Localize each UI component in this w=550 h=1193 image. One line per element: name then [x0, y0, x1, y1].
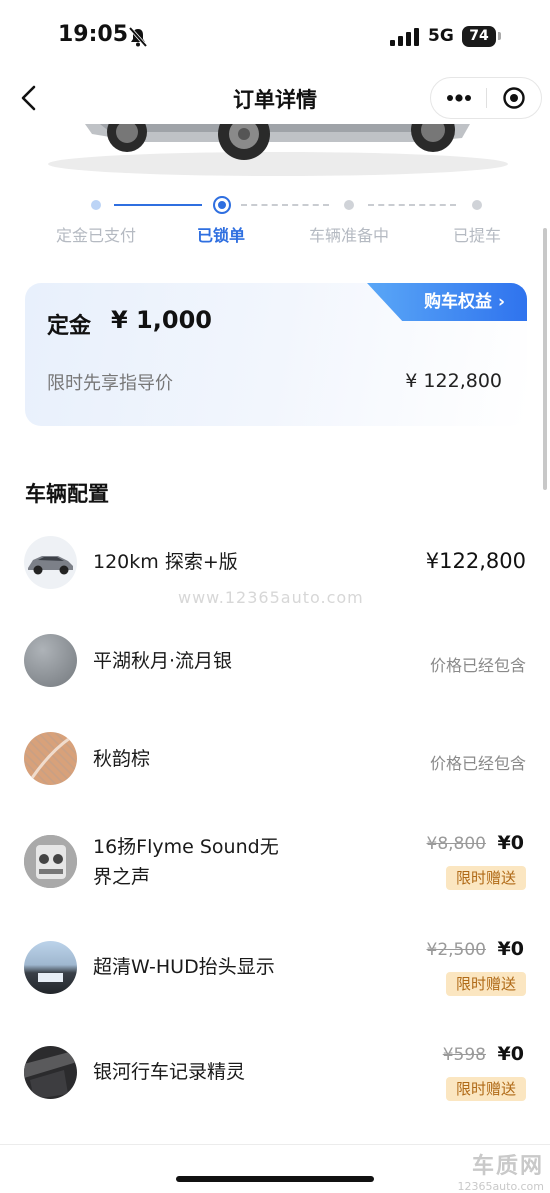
original-price: ¥598 [442, 1045, 486, 1065]
purchase-benefits-link[interactable]: 购车权益 › [367, 283, 527, 321]
config-item-name: 120km 探索+版 [93, 551, 238, 573]
bottom-divider [0, 1144, 550, 1145]
car-thumbnail [24, 536, 77, 589]
deposit-card: 购车权益 › 定金 ¥ 1,000 限时先享指导价 ¥ 122,800 [25, 283, 527, 426]
config-item-name: 超清W-HUD抬头显示 [93, 956, 275, 978]
original-price: ¥8,800 [426, 834, 486, 854]
interior-color-swatch [24, 732, 77, 785]
step-label-preparing: 车辆准备中 [308, 226, 390, 245]
watermark-logo: 车质网 12365auto.com [457, 1148, 544, 1193]
current-price: ¥0 [497, 938, 524, 960]
step-line-done [114, 204, 202, 206]
config-item-name: 16扬Flyme Sound无 界之声 [93, 832, 279, 892]
original-price: ¥2,500 [426, 940, 486, 960]
guide-price-value: ¥ 122,800 [405, 370, 502, 392]
exterior-color-swatch [24, 634, 77, 687]
config-section-title: 车辆配置 [25, 482, 109, 506]
step-label-locked: 已锁单 [196, 226, 246, 245]
deposit-label: 定金 [47, 314, 92, 339]
watermark: www.12365auto.com [178, 588, 364, 607]
home-indicator[interactable] [176, 1176, 374, 1182]
config-item-sound-system: 16扬Flyme Sound无 界之声 ¥8,800 ¥0 限时赠送 [0, 832, 550, 892]
limited-gift-badge: 限时赠送 [446, 866, 526, 890]
config-item-price: ¥122,800 [425, 549, 526, 573]
config-item-name-line1: 16扬Flyme Sound无 [93, 836, 279, 858]
scrollbar[interactable] [543, 228, 547, 490]
step-label-paid: 定金已支付 [55, 226, 137, 245]
status-bar: 19:05 5G 74 [0, 0, 550, 70]
step-dot-preparing [344, 200, 354, 210]
step-dot-paid [91, 200, 101, 210]
watermark-logo-name: 车质网 [471, 1154, 544, 1179]
guide-price-label: 限时先享指导价 [47, 373, 173, 394]
config-item-hud: 超清W-HUD抬头显示 ¥2,500 ¥0 限时赠送 [0, 938, 550, 998]
step-line-pending [368, 204, 456, 206]
car-image [0, 124, 550, 180]
config-item-model: 120km 探索+版 ¥122,800 [0, 533, 550, 593]
current-price: ¥0 [497, 832, 524, 854]
deposit-amount: ¥ 1,000 [111, 306, 212, 334]
order-progress: 定金已支付 已锁单 车辆准备中 已提车 [0, 195, 550, 255]
close-target-icon[interactable] [502, 86, 526, 110]
mini-program-capsule [430, 77, 542, 119]
limited-gift-badge: 限时赠送 [446, 1077, 526, 1101]
current-price: ¥0 [497, 1043, 524, 1065]
step-dot-current [213, 196, 231, 214]
cellular-signal-icon [390, 28, 419, 46]
sound-system-thumbnail [24, 835, 77, 888]
config-item-name: 平湖秋月·流月银 [93, 650, 233, 672]
dashcam-thumbnail [24, 1046, 77, 1099]
step-label-delivered: 已提车 [452, 226, 502, 245]
battery-cap [498, 32, 501, 40]
step-line-pending [241, 204, 329, 206]
config-item-interior-color: 秋韵棕 价格已经包含 [0, 732, 550, 788]
network-type: 5G [428, 26, 454, 46]
battery-indicator: 74 [462, 26, 496, 47]
price-included-text: 价格已经包含 [429, 656, 526, 675]
hud-thumbnail [24, 941, 77, 994]
bell-muted-icon [128, 26, 148, 48]
config-item-name: 秋韵棕 [93, 748, 151, 770]
config-item-exterior-color: 平湖秋月·流月银 价格已经包含 [0, 634, 550, 690]
nav-bar: 订单详情 [0, 72, 550, 124]
step-dot-delivered [472, 200, 482, 210]
status-time: 19:05 [58, 22, 129, 47]
config-item-dashcam: 银河行车记录精灵 ¥598 ¥0 限时赠送 [0, 1043, 550, 1103]
more-icon[interactable] [445, 90, 473, 106]
config-item-name-line2: 界之声 [93, 866, 151, 888]
capsule-divider [486, 88, 487, 108]
limited-gift-badge: 限时赠送 [446, 972, 526, 996]
car-illustration [48, 124, 508, 176]
watermark-logo-url: 12365auto.com [457, 1180, 544, 1193]
config-item-name: 银河行车记录精灵 [93, 1061, 246, 1083]
price-included-text: 价格已经包含 [429, 754, 526, 773]
